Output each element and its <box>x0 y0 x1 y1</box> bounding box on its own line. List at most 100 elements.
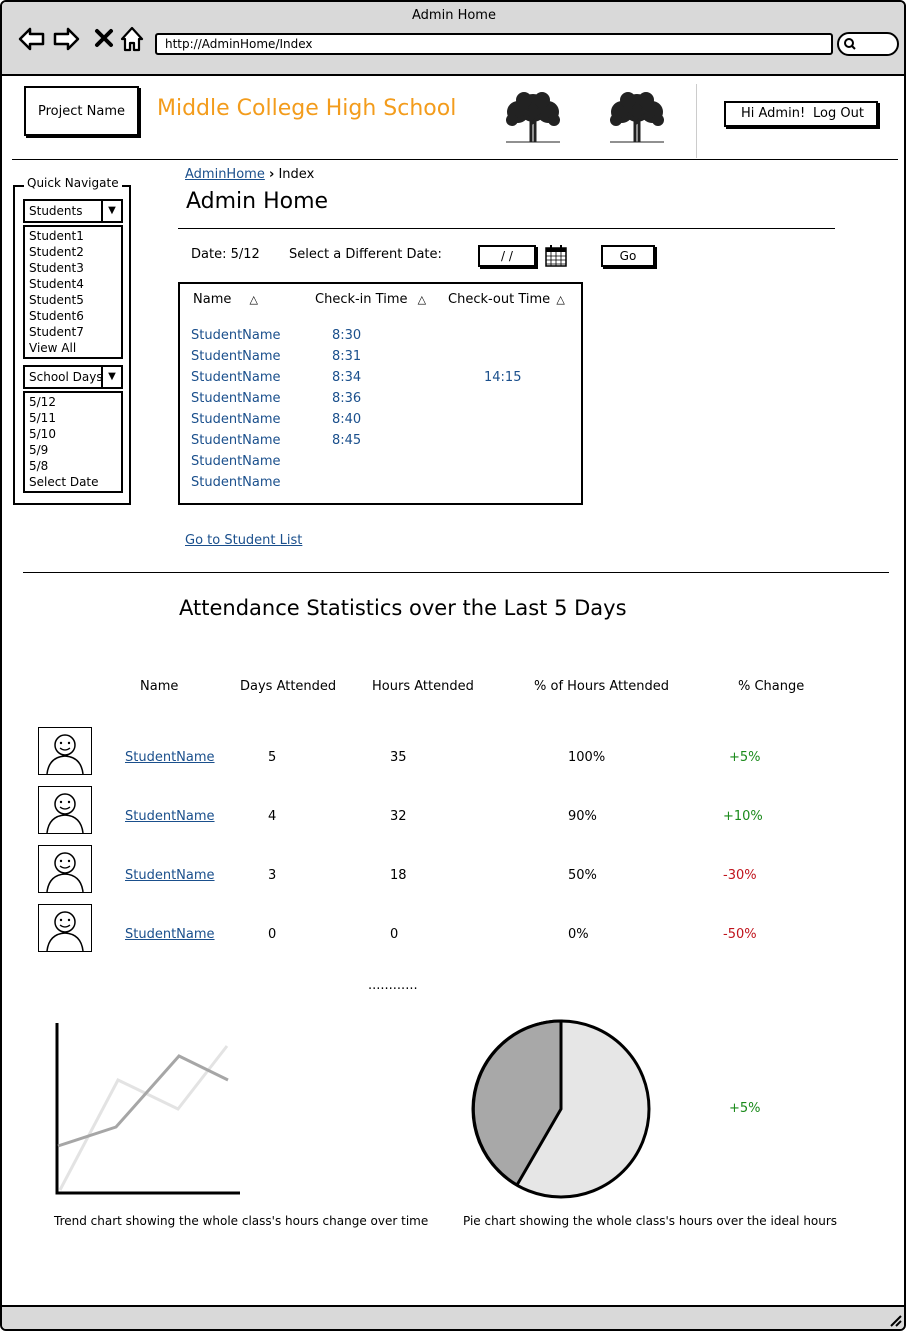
table-row-name[interactable]: StudentName <box>191 367 281 388</box>
pie-percent-change: +5% <box>729 1101 761 1116</box>
list-item[interactable]: Student5 <box>29 292 117 308</box>
home-icon[interactable] <box>118 24 148 54</box>
page-title: Admin Home <box>186 189 329 214</box>
date-input[interactable]: / / <box>478 245 536 267</box>
stats-header-name: Name <box>140 679 179 694</box>
percent-change: +5% <box>729 750 761 765</box>
chevron-down-icon[interactable]: ▼ <box>101 367 121 387</box>
go-button[interactable]: Go <box>601 245 655 267</box>
search-field[interactable] <box>837 32 899 56</box>
close-icon[interactable] <box>90 24 120 54</box>
trend-chart-caption: Trend chart showing the whole class's ho… <box>54 1214 429 1228</box>
breadcrumb-home-link[interactable]: AdminHome <box>185 167 265 182</box>
list-item[interactable]: 5/9 <box>29 442 117 458</box>
sort-icon[interactable]: △ <box>418 293 426 306</box>
list-item[interactable]: View All <box>29 340 117 356</box>
table-row-name[interactable]: StudentName <box>191 451 281 472</box>
url-field[interactable]: http://AdminHome/Index <box>155 33 833 55</box>
avatar <box>38 845 92 893</box>
table-row-checkin: 8:30 <box>332 328 362 343</box>
name-column: StudentName StudentName StudentName Stud… <box>191 325 281 493</box>
avatar <box>38 904 92 952</box>
table-row-name[interactable]: StudentName <box>191 346 281 367</box>
school-days-dropdown[interactable]: School Days ▼ <box>23 365 123 389</box>
percent-attended: 90% <box>568 809 597 824</box>
list-item[interactable]: Student7 <box>29 324 117 340</box>
student-name-link[interactable]: StudentName <box>125 868 215 883</box>
list-item[interactable]: Student1 <box>29 228 117 244</box>
days-attended: 0 <box>268 927 277 942</box>
title-separator <box>178 228 835 229</box>
list-item[interactable]: 5/10 <box>29 426 117 442</box>
person-icon <box>46 852 84 893</box>
hours-attended: 32 <box>390 809 407 824</box>
date-label: Date: 5/12 <box>191 247 260 262</box>
hours-attended: 18 <box>390 868 407 883</box>
column-header-checkin[interactable]: Check-in Time △ <box>315 292 426 307</box>
person-icon <box>46 911 84 952</box>
more-rows-indicator: ............ <box>368 978 418 993</box>
table-row-checkin: 8:40 <box>332 412 362 427</box>
checkin-column: 8:30 8:31 8:34 8:36 8:40 8:45 <box>332 325 361 451</box>
tree-logo-icon <box>610 92 664 143</box>
list-item[interactable]: Student6 <box>29 308 117 324</box>
trend-line-dark <box>57 1054 229 1148</box>
user-box: Hi Admin! Log Out <box>724 101 878 127</box>
greeting-text: Hi Admin! <box>741 106 806 121</box>
table-row-name[interactable]: StudentName <box>191 325 281 346</box>
student-name-link[interactable]: StudentName <box>125 750 215 765</box>
list-item[interactable]: Student2 <box>29 244 117 260</box>
search-icon <box>844 38 856 50</box>
list-item[interactable]: 5/11 <box>29 410 117 426</box>
list-item[interactable]: 5/12 <box>29 394 117 410</box>
logout-link[interactable]: Log Out <box>813 103 864 125</box>
days-attended: 5 <box>268 750 277 765</box>
browser-toolbar: Admin Home http://AdminHome/Index <box>2 2 904 76</box>
list-item[interactable]: 5/8 <box>29 458 117 474</box>
percent-change: -50% <box>723 927 757 942</box>
trend-chart <box>55 1023 240 1195</box>
back-icon[interactable] <box>16 24 46 54</box>
table-row-name[interactable]: StudentName <box>191 472 281 493</box>
list-item[interactable]: Student4 <box>29 276 117 292</box>
list-item[interactable]: Student3 <box>29 260 117 276</box>
table-row-name[interactable]: StudentName <box>191 388 281 409</box>
forward-icon[interactable] <box>52 24 82 54</box>
sort-icon[interactable]: △ <box>556 293 564 306</box>
chevron-down-icon[interactable]: ▼ <box>101 201 121 221</box>
avatar <box>38 727 92 775</box>
list-item[interactable]: Select Date <box>29 474 117 490</box>
table-row-name[interactable]: StudentName <box>191 409 281 430</box>
sort-icon[interactable]: △ <box>250 293 258 306</box>
calendar-icon[interactable] <box>544 244 568 268</box>
resize-grip-icon[interactable] <box>888 1313 902 1327</box>
students-dropdown[interactable]: Students ▼ <box>23 199 123 223</box>
pie-chart <box>471 1019 651 1199</box>
stats-title: Attendance Statistics over the Last 5 Da… <box>179 596 627 620</box>
percent-change: +10% <box>723 809 763 824</box>
school-days-list[interactable]: 5/12 5/11 5/10 5/9 5/8 Select Date <box>23 391 123 493</box>
percent-attended: 100% <box>568 750 606 765</box>
header-divider <box>696 84 697 158</box>
column-header-label: Check-out Time <box>448 292 551 307</box>
column-header-checkout[interactable]: Check-out Time △ <box>448 292 565 307</box>
stats-header-days: Days Attended <box>240 679 337 694</box>
table-row-name[interactable]: StudentName <box>191 430 281 451</box>
school-name: Middle College High School <box>157 96 457 121</box>
column-header-label: Check-in Time <box>315 292 408 307</box>
students-list[interactable]: Student1 Student2 Student3 Student4 Stud… <box>23 225 123 359</box>
project-name-box: Project Name <box>24 86 139 136</box>
breadcrumb-current: Index <box>278 167 315 182</box>
students-dropdown-label: Students <box>29 204 83 218</box>
student-list-link[interactable]: Go to Student List <box>185 533 302 548</box>
student-name-link[interactable]: StudentName <box>125 809 215 824</box>
header-separator <box>12 159 898 160</box>
avatar <box>38 786 92 834</box>
days-attended: 3 <box>268 868 277 883</box>
select-date-label: Select a Different Date: <box>289 247 442 262</box>
person-icon <box>46 734 84 775</box>
student-name-link[interactable]: StudentName <box>125 927 215 942</box>
column-header-name[interactable]: Name △ <box>193 292 258 307</box>
status-bar <box>2 1305 904 1329</box>
chevron-right-icon: › <box>268 167 275 182</box>
